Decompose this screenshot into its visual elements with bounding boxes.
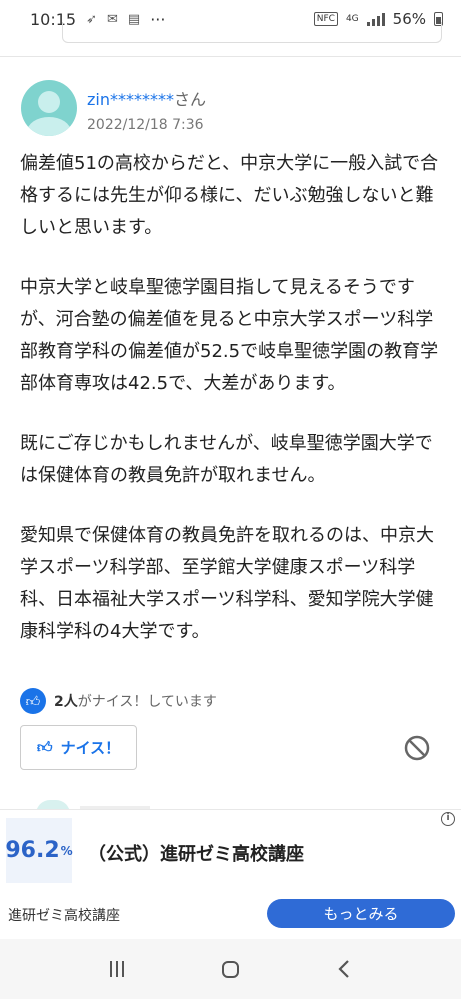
username-link[interactable]: zin******** xyxy=(87,90,174,109)
nice-count-text: 2人がナイス！しています xyxy=(54,691,217,711)
answer-paragraph: 既にご存じかもしれませんが、岐阜聖徳学園大学では保健体育の教員免許が取れません。 xyxy=(20,433,433,486)
back-button[interactable] xyxy=(324,949,364,989)
ad-thumb-unit: % xyxy=(60,843,73,858)
answer-paragraph: 中京大学と岐阜聖徳学園目指して見えるそうですが、河合塾の偏差値を見ると中京大学ス… xyxy=(20,277,439,394)
nice-count-suffix: がナイス！しています xyxy=(77,694,217,710)
thumbs-up-icon: 👍︎ xyxy=(36,738,53,756)
answer-body: 偏差値51の高校からだと、中京大学に一般入試で合格するには先生が仰る様に、だいぶ… xyxy=(20,148,440,676)
system-nav-bar xyxy=(0,939,461,999)
nice-button[interactable]: 👍︎ ナイス！ xyxy=(20,725,137,770)
divider xyxy=(0,56,461,57)
recents-icon xyxy=(109,961,124,977)
thumbs-up-icon: 👍︎ xyxy=(20,688,46,714)
ad-title[interactable]: （公式）進研ゼミ高校講座 xyxy=(88,840,304,866)
answer-username[interactable]: zin********さん xyxy=(87,86,206,110)
answer-date: 2022/12/18 7:36 xyxy=(87,117,204,133)
ad-thumb-number: 96.2 xyxy=(5,838,60,863)
home-button[interactable] xyxy=(210,949,250,989)
back-chevron-icon xyxy=(338,960,349,978)
nice-button-label: ナイス！ xyxy=(60,739,121,757)
nice-count: 2人 xyxy=(54,694,78,710)
answer-paragraph: 愛知県で保健体育の教員免許を取れるのは、中京大学スポーツ科学部、至学館大学健康ス… xyxy=(20,525,434,642)
answer-paragraph: 偏差値51の高校からだと、中京大学に一般入試で合格するには先生が仰る様に、だいぶ… xyxy=(20,153,439,238)
avatar[interactable] xyxy=(21,80,77,136)
report-icon[interactable] xyxy=(404,735,430,761)
ad-sponsor: 進研ゼミ高校講座 xyxy=(8,908,120,924)
previous-card-edge xyxy=(62,22,442,43)
username-honorific: さん xyxy=(173,90,206,109)
ad-thumbnail[interactable]: 96.2% xyxy=(5,818,73,883)
info-icon[interactable]: i xyxy=(441,812,455,826)
ad-banner[interactable]: 96.2% （公式）進研ゼミ高校講座 i 進研ゼミ高校講座 もっとみる xyxy=(0,809,461,940)
home-icon xyxy=(221,960,239,978)
nice-count-row: 👍︎ 2人がナイス！しています xyxy=(20,688,217,714)
recent-apps-button[interactable] xyxy=(97,949,137,989)
ad-cta-button[interactable]: もっとみる xyxy=(267,899,455,928)
